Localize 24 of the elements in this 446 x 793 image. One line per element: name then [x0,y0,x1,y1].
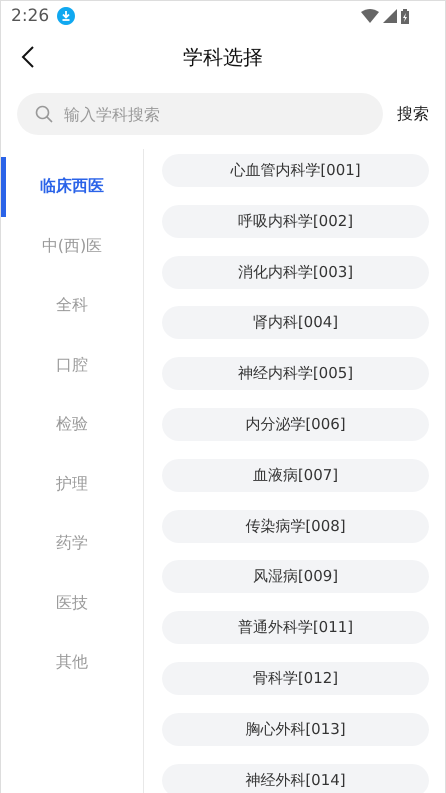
subject-button[interactable]: 传染病学[008] [162,510,429,543]
status-time: 2:26 [11,6,50,26]
subject-button[interactable]: 神经外科[014] [162,764,429,793]
subject-button[interactable]: 内分泌学[006] [162,408,429,441]
battery-icon [401,8,409,24]
back-icon[interactable] [21,45,35,69]
subject-button[interactable]: 肾内科[004] [162,306,429,340]
subject-button[interactable]: 骨科学[012] [162,662,429,695]
page-title: 学科选择 [183,44,263,70]
subject-button[interactable]: 呼吸内科学[002] [162,204,429,238]
subject-button[interactable]: 风湿病[009] [162,560,429,594]
search-button[interactable]: 搜索 [397,104,429,124]
search-field[interactable]: 输入学科搜索 [17,93,383,135]
signal-icon [383,9,397,23]
subject-button[interactable]: 神经内科学[005] [162,357,429,390]
subject-button[interactable]: 心血管内科学[001] [162,154,429,187]
subject-button[interactable]: 普通外科学[011] [162,611,429,644]
download-icon [57,7,76,25]
category-tab[interactable]: 临床西医 [1,157,143,216]
subject-button[interactable]: 血液病[007] [162,458,429,492]
wifi-icon [361,9,379,23]
search-icon [35,105,53,123]
subject-button[interactable]: 消化内科学[003] [162,256,429,289]
subject-button[interactable]: 胸心外科[013] [162,712,429,746]
